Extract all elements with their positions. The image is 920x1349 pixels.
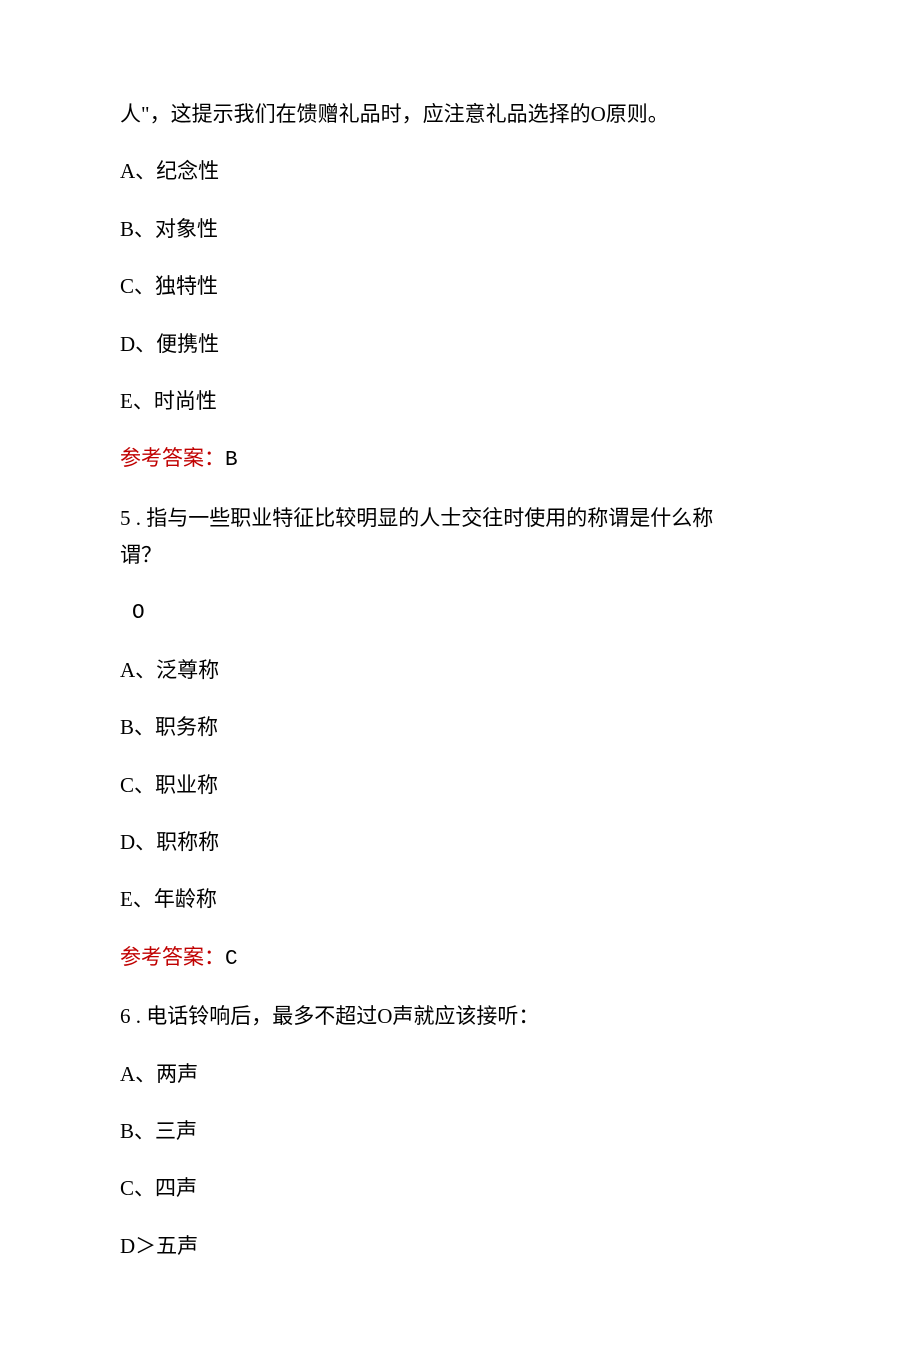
q4-option-a: A、纪念性	[120, 157, 800, 186]
q5-option-b: B、职务称	[120, 713, 800, 742]
q5-text-line2: 谓？	[120, 541, 800, 570]
q4-option-c: C、独特性	[120, 272, 800, 301]
q5-answer-value: C	[225, 948, 238, 971]
q4-answer: 参考答案：B	[120, 444, 800, 475]
q4-option-e: E、时尚性	[120, 387, 800, 416]
q5-option-a: A、泛尊称	[120, 656, 800, 685]
q6-option-b: B、三声	[120, 1117, 800, 1146]
q5-option-c: C、职业称	[120, 771, 800, 800]
q4-option-d: D、便携性	[120, 330, 800, 359]
q6-option-c: C、四声	[120, 1174, 800, 1203]
q5-blank: O	[120, 599, 800, 628]
q6-text: 6 . 电话铃响后，最多不超过O声就应该接听：	[120, 1002, 800, 1031]
q4-option-b: B、对象性	[120, 215, 800, 244]
q6-option-a: A、两声	[120, 1060, 800, 1089]
q5-text-line1: 5 . 指与一些职业特征比较明显的人士交往时使用的称谓是什么称	[120, 504, 800, 533]
q5-option-e: E、年龄称	[120, 885, 800, 914]
q4-answer-value: B	[225, 449, 238, 472]
q6-option-d: D＞五声	[120, 1232, 800, 1261]
q5-answer-label: 参考答案：	[120, 945, 225, 969]
question-4-fragment: 人"，这提示我们在馈赠礼品时，应注意礼品选择的O原则。	[120, 100, 800, 129]
q4-answer-label: 参考答案：	[120, 446, 225, 470]
q5-option-d: D、职称称	[120, 828, 800, 857]
q5-answer: 参考答案：C	[120, 943, 800, 974]
